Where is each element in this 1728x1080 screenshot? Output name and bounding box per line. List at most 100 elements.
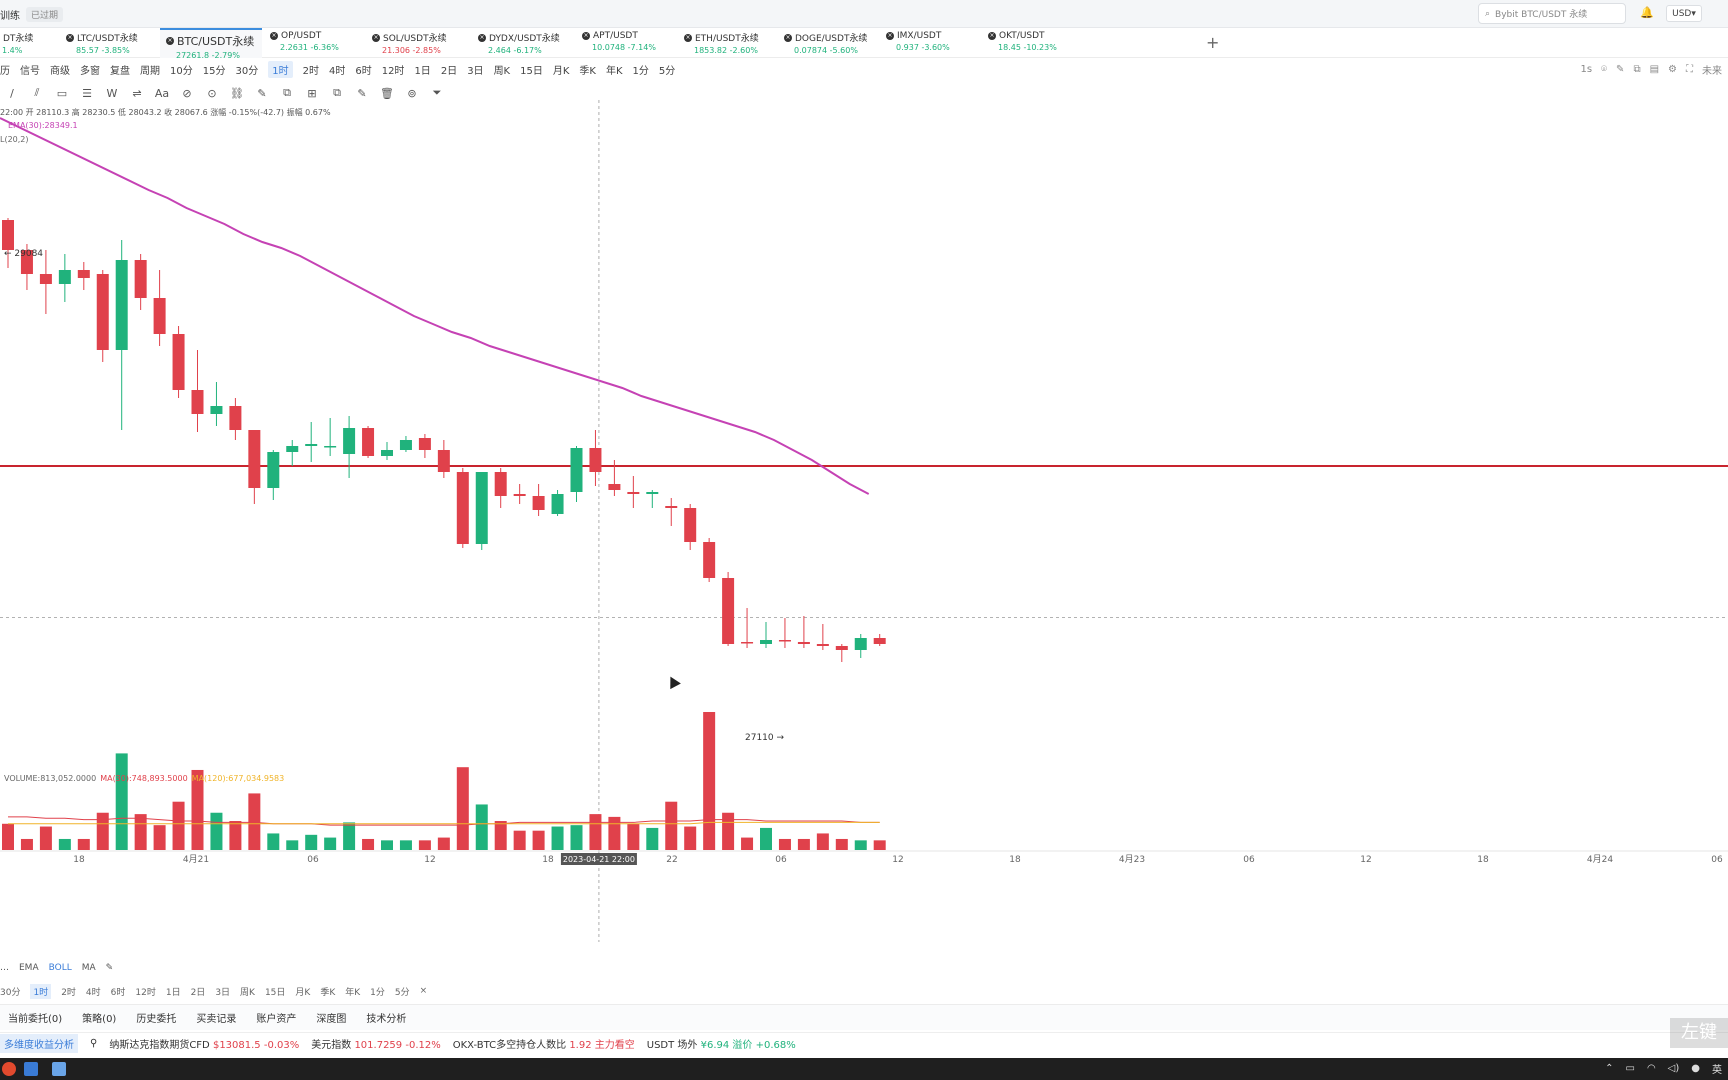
period-item-1[interactable]: 信号 bbox=[20, 62, 40, 77]
timeframe-4[interactable]: 6时 bbox=[111, 985, 126, 998]
period-item-10[interactable]: 2时 bbox=[303, 62, 319, 77]
tab-4[interactable]: × SOL/USDT永续 21.306 -2.85% bbox=[368, 28, 464, 58]
period-item-2[interactable]: 商级 bbox=[50, 62, 70, 77]
copy-icon[interactable]: ⧉ bbox=[279, 86, 295, 100]
timeframe-5[interactable]: 12时 bbox=[135, 985, 155, 998]
close-icon[interactable]: × bbox=[420, 986, 428, 996]
tab-1[interactable]: × LTC/USDT永续 85.57 -3.85% bbox=[62, 28, 158, 58]
tab-6[interactable]: × APT/USDT 10.0748 -7.14% bbox=[578, 28, 674, 58]
price-chart[interactable]: ← 29084 27110 → 18 4月21 06 12 18 22 06 12 18 4月23 06… bbox=[0, 100, 1728, 958]
target-icon[interactable]: ⊙ bbox=[204, 87, 220, 100]
grid-icon[interactable]: ⊞ bbox=[304, 87, 320, 100]
calc-icon[interactable]: ▤ bbox=[1650, 64, 1659, 75]
timeframe-2[interactable]: 2时 bbox=[61, 985, 76, 998]
wave-tool-icon[interactable]: W bbox=[104, 87, 120, 100]
indicator-0[interactable]: … bbox=[0, 963, 9, 973]
bottom-tab-4[interactable]: 账户资产 bbox=[256, 1010, 296, 1025]
clone-icon[interactable]: ⧉ bbox=[329, 86, 345, 100]
bottom-tab-0[interactable]: 当前委托(0) bbox=[8, 1010, 62, 1025]
timeframe-8[interactable]: 3日 bbox=[215, 985, 230, 998]
indicator-2[interactable]: BOLL bbox=[49, 963, 72, 973]
ticker-highlight[interactable]: 多维度收益分析 bbox=[0, 1034, 78, 1053]
edit-indicator-icon[interactable]: ✎ bbox=[106, 963, 114, 973]
indicator-1[interactable]: EMA bbox=[19, 963, 39, 973]
tab-5[interactable]: × DYDX/USDT永续 2.464 -6.17% bbox=[474, 28, 570, 58]
currency-select[interactable]: USD ▾ bbox=[1666, 5, 1702, 22]
period-item-14[interactable]: 1日 bbox=[414, 62, 430, 77]
fullscreen-icon[interactable]: ⛶ bbox=[1686, 64, 1693, 75]
fib-tool-icon[interactable]: ☰ bbox=[79, 87, 95, 100]
app-icon[interactable] bbox=[24, 1062, 38, 1076]
bottom-tab-6[interactable]: 技术分析 bbox=[366, 1010, 406, 1025]
tab-8[interactable]: × DOGE/USDT永续 0.07874 -5.60% bbox=[780, 28, 876, 58]
timeframe-9[interactable]: 周K bbox=[240, 985, 255, 998]
pencil-icon[interactable]: ✎ bbox=[1616, 64, 1624, 75]
tab-9[interactable]: × IMX/USDT 0.937 -3.60% bbox=[882, 28, 978, 58]
timeframe-10[interactable]: 15日 bbox=[265, 985, 285, 998]
browser-icon[interactable] bbox=[2, 1062, 16, 1076]
chevron-up-icon[interactable]: ⌃ bbox=[1605, 1063, 1613, 1074]
timeframe-15[interactable]: 5分 bbox=[395, 985, 410, 998]
period-item-20[interactable]: 季K bbox=[579, 62, 596, 77]
timeframe-12[interactable]: 季K bbox=[320, 985, 335, 998]
period-item-9[interactable]: 1时 bbox=[268, 60, 293, 78]
period-item-18[interactable]: 15日 bbox=[520, 62, 543, 77]
link-icon[interactable]: ⛓ bbox=[229, 87, 245, 100]
parallel-tool-icon[interactable]: ⫽ bbox=[29, 86, 45, 100]
indicator-3[interactable]: MA bbox=[82, 963, 96, 973]
add-tab-icon[interactable]: + bbox=[1206, 33, 1219, 52]
period-item-17[interactable]: 周K bbox=[494, 62, 511, 77]
tab-10[interactable]: × OKT/USDT 18.45 -10.23% bbox=[984, 28, 1080, 58]
ime-label[interactable]: 英 bbox=[1712, 1061, 1722, 1076]
rect-tool-icon[interactable]: ▭ bbox=[54, 87, 70, 100]
volume-icon[interactable]: ◁) bbox=[1668, 1063, 1680, 1074]
period-item-16[interactable]: 3日 bbox=[467, 62, 483, 77]
file-icon[interactable] bbox=[52, 1062, 66, 1076]
bell-icon[interactable]: 🔔 bbox=[1640, 6, 1654, 20]
timeframe-0[interactable]: 30分 bbox=[0, 985, 20, 998]
window-icon[interactable]: ⧉ bbox=[1633, 64, 1640, 75]
period-item-0[interactable]: 历 bbox=[0, 62, 10, 77]
text-tool-icon[interactable]: Aa bbox=[154, 87, 170, 100]
tab-3[interactable]: × OP/USDT 2.2631 -6.36% bbox=[266, 28, 362, 58]
period-item-11[interactable]: 4时 bbox=[329, 62, 345, 77]
tab-2[interactable]: × BTC/USDT永续 27261.8 -2.79% bbox=[160, 28, 262, 60]
period-item-13[interactable]: 12时 bbox=[382, 62, 405, 77]
tab-7[interactable]: × ETH/USDT永续 1853.82 -2.60% bbox=[680, 28, 776, 58]
period-item-15[interactable]: 2日 bbox=[441, 62, 457, 77]
period-item-6[interactable]: 10分 bbox=[170, 62, 193, 77]
cloud-label[interactable]: 未来 bbox=[1702, 62, 1722, 77]
ban-icon[interactable]: ⊘ bbox=[179, 87, 195, 100]
magnet-icon[interactable]: ⊚ bbox=[404, 87, 420, 100]
camera-icon[interactable]: ⌾ bbox=[1601, 64, 1607, 75]
search-input[interactable]: ⌕ Bybit BTC/USDT 永续 bbox=[1478, 3, 1626, 24]
interval-label[interactable]: 1s bbox=[1580, 64, 1592, 75]
period-item-22[interactable]: 1分 bbox=[633, 62, 649, 77]
period-item-8[interactable]: 30分 bbox=[235, 62, 258, 77]
bottom-tab-2[interactable]: 历史委托 bbox=[136, 1010, 176, 1025]
timeframe-7[interactable]: 2日 bbox=[191, 985, 206, 998]
timeframe-13[interactable]: 年K bbox=[345, 985, 360, 998]
trash-icon[interactable]: 🗑 bbox=[379, 87, 395, 100]
period-item-3[interactable]: 多窗 bbox=[80, 62, 100, 77]
timeframe-11[interactable]: 月K bbox=[295, 985, 310, 998]
line-tool-icon[interactable]: / bbox=[4, 87, 20, 100]
gear-icon[interactable]: ⚙ bbox=[1668, 64, 1677, 75]
filter-icon[interactable]: ⏷ bbox=[429, 86, 445, 100]
period-item-23[interactable]: 5分 bbox=[659, 62, 675, 77]
period-item-12[interactable]: 6时 bbox=[355, 62, 371, 77]
period-item-5[interactable]: 周期 bbox=[140, 62, 160, 77]
pen-icon[interactable]: ✎ bbox=[254, 87, 270, 100]
edit-icon[interactable]: ✎ bbox=[354, 87, 370, 100]
pin-icon[interactable]: ⚲ bbox=[90, 1038, 97, 1049]
timeframe-3[interactable]: 4时 bbox=[86, 985, 101, 998]
period-item-4[interactable]: 复盘 bbox=[110, 62, 130, 77]
bottom-tab-3[interactable]: 买卖记录 bbox=[196, 1010, 236, 1025]
period-item-21[interactable]: 年K bbox=[606, 62, 623, 77]
channel-tool-icon[interactable]: ⇌ bbox=[129, 87, 145, 100]
bottom-tab-1[interactable]: 策略(0) bbox=[82, 1010, 116, 1025]
timeframe-6[interactable]: 1日 bbox=[166, 985, 181, 998]
period-item-7[interactable]: 15分 bbox=[203, 62, 226, 77]
bottom-tab-5[interactable]: 深度图 bbox=[316, 1010, 346, 1025]
period-item-19[interactable]: 月K bbox=[553, 62, 570, 77]
